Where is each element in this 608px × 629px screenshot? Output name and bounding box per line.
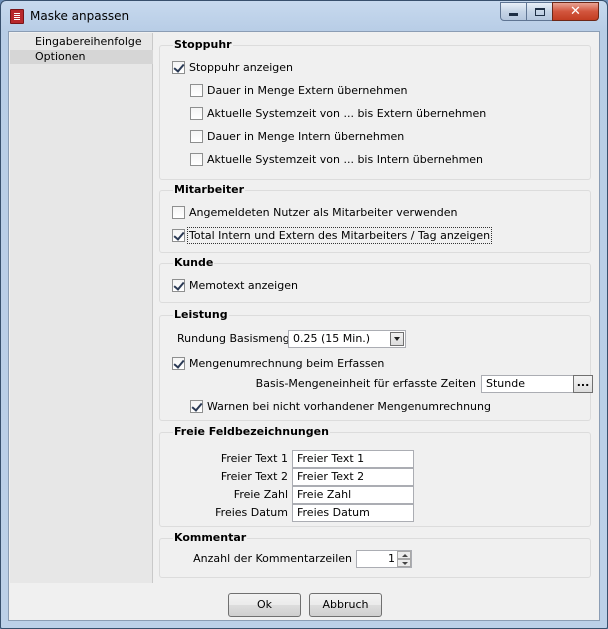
stoppuhr-anzeigen-option[interactable]: Stoppuhr anzeigen bbox=[172, 59, 293, 75]
angemeldeter-nutzer-option[interactable]: Angemeldeten Nutzer als Mitarbeiter verw… bbox=[172, 204, 457, 220]
anzahl-kommentarzeilen-spinner[interactable]: 1 bbox=[356, 550, 412, 568]
ok-button[interactable]: Ok bbox=[228, 593, 301, 617]
angemeldeter-nutzer-checkbox[interactable] bbox=[172, 205, 185, 219]
anzahl-kommentarzeilen-label: Anzahl der Kommentarzeilen bbox=[193, 552, 352, 565]
minimize-button[interactable] bbox=[500, 2, 527, 21]
group-title-freie-feldbezeichnungen: Freie Feldbezeichnungen bbox=[173, 425, 330, 438]
dauer-menge-intern-option[interactable]: Dauer in Menge Intern übernehmen bbox=[190, 128, 404, 144]
group-freie-feldbezeichnungen: Freie Feldbezeichnungen Freier Text 1 Fr… bbox=[159, 425, 591, 527]
options-navigation: Eingabereihenfolge Optionen bbox=[10, 33, 153, 583]
group-kunde: Kunde Memotext anzeigen bbox=[159, 256, 591, 303]
basis-mengeneinheit-input[interactable]: Stunde bbox=[481, 375, 574, 393]
memotext-option[interactable]: Memotext anzeigen bbox=[172, 277, 298, 293]
basis-mengeneinheit-label: Basis-Mengeneinheit für erfasste Zeiten bbox=[255, 377, 476, 390]
maximize-button[interactable] bbox=[526, 2, 553, 21]
freie-zahl-label: Freie Zahl bbox=[233, 488, 288, 501]
close-icon: ✕ bbox=[570, 4, 581, 19]
systemzeit-intern-checkbox[interactable] bbox=[190, 152, 203, 166]
systemzeit-intern-option[interactable]: Aktuelle Systemzeit von ... bis Intern ü… bbox=[190, 151, 483, 167]
systemzeit-extern-checkbox[interactable] bbox=[190, 106, 203, 120]
memotext-label: Memotext anzeigen bbox=[189, 278, 298, 292]
total-intern-extern-checkbox[interactable] bbox=[172, 228, 185, 242]
chevron-down-icon[interactable] bbox=[390, 332, 404, 346]
window-title: Maske anpassen bbox=[30, 9, 130, 23]
rundung-basismenge-dropdown[interactable]: 0.25 (15 Min.) bbox=[288, 330, 406, 348]
basis-mengeneinheit-browse-button[interactable]: ... bbox=[573, 375, 593, 393]
mengenumrechnung-checkbox[interactable] bbox=[172, 356, 185, 370]
angemeldeter-nutzer-label: Angemeldeten Nutzer als Mitarbeiter verw… bbox=[189, 205, 458, 219]
maximize-icon bbox=[534, 7, 545, 16]
options-panel: Stoppuhr Stoppuhr anzeigen Dauer in Meng… bbox=[159, 32, 599, 582]
minimize-icon bbox=[509, 13, 518, 16]
dauer-menge-extern-label: Dauer in Menge Extern übernehmen bbox=[207, 83, 408, 97]
dauer-menge-intern-checkbox[interactable] bbox=[190, 129, 203, 143]
dauer-menge-extern-checkbox[interactable] bbox=[190, 83, 203, 97]
spinner-down-icon[interactable] bbox=[397, 559, 411, 567]
mengenumrechnung-label: Mengenumrechnung beim Erfassen bbox=[189, 356, 385, 370]
freies-datum-input[interactable]: Freies Datum bbox=[292, 504, 414, 522]
rundung-basismenge-value: 0.25 (15 Min.) bbox=[293, 332, 371, 345]
stoppuhr-anzeigen-label: Stoppuhr anzeigen bbox=[189, 60, 293, 74]
memotext-checkbox[interactable] bbox=[172, 278, 185, 292]
group-mitarbeiter: Mitarbeiter Angemeldeten Nutzer als Mita… bbox=[159, 183, 591, 253]
group-title-mitarbeiter: Mitarbeiter bbox=[173, 183, 246, 196]
freies-datum-label: Freies Datum bbox=[215, 506, 288, 519]
group-title-leistung: Leistung bbox=[173, 308, 229, 321]
freier-text-2-label: Freier Text 2 bbox=[220, 470, 288, 483]
dauer-menge-extern-option[interactable]: Dauer in Menge Extern übernehmen bbox=[190, 82, 408, 98]
group-kommentar: Kommentar Anzahl der Kommentarzeilen 1 bbox=[159, 531, 591, 578]
group-title-kommentar: Kommentar bbox=[173, 531, 248, 544]
close-button[interactable]: ✕ bbox=[552, 2, 599, 21]
nav-item-eingabereihenfolge[interactable]: Eingabereihenfolge bbox=[10, 35, 153, 49]
mengenumrechnung-option[interactable]: Mengenumrechnung beim Erfassen bbox=[172, 355, 384, 371]
group-title-kunde: Kunde bbox=[173, 256, 215, 269]
group-leistung: Leistung Rundung Basismenge 0.25 (15 Min… bbox=[159, 308, 593, 421]
app-icon bbox=[10, 9, 24, 24]
stoppuhr-anzeigen-checkbox[interactable] bbox=[172, 60, 185, 74]
anzahl-kommentarzeilen-value: 1 bbox=[388, 552, 395, 565]
dialog-window: Maske anpassen ✕ Eingabereihenfolge Opti… bbox=[0, 0, 608, 629]
freier-text-1-label: Freier Text 1 bbox=[220, 452, 288, 465]
freie-zahl-input[interactable]: Freie Zahl bbox=[292, 486, 414, 504]
warnen-option[interactable]: Warnen bei nicht vorhandener Mengenumrec… bbox=[190, 398, 491, 414]
systemzeit-extern-label: Aktuelle Systemzeit von ... bis Extern ü… bbox=[207, 106, 487, 120]
nav-item-optionen[interactable]: Optionen bbox=[10, 50, 153, 64]
title-bar[interactable]: Maske anpassen ✕ bbox=[1, 1, 607, 31]
rundung-basismenge-label: Rundung Basismenge bbox=[177, 332, 297, 345]
group-title-stoppuhr: Stoppuhr bbox=[173, 38, 233, 51]
cancel-button[interactable]: Abbruch bbox=[309, 593, 382, 617]
systemzeit-extern-option[interactable]: Aktuelle Systemzeit von ... bis Extern ü… bbox=[190, 105, 486, 121]
systemzeit-intern-label: Aktuelle Systemzeit von ... bis Intern ü… bbox=[207, 152, 484, 166]
warnen-label: Warnen bei nicht vorhandener Mengenumrec… bbox=[207, 399, 491, 413]
warnen-checkbox[interactable] bbox=[190, 399, 203, 413]
freier-text-2-input[interactable]: Freier Text 2 bbox=[292, 468, 414, 486]
group-stoppuhr: Stoppuhr Stoppuhr anzeigen Dauer in Meng… bbox=[159, 38, 591, 180]
dauer-menge-intern-label: Dauer in Menge Intern übernehmen bbox=[207, 129, 405, 143]
spinner-up-icon[interactable] bbox=[397, 551, 411, 559]
total-intern-extern-label: Total Intern und Extern des Mitarbeiters… bbox=[186, 226, 493, 244]
freier-text-1-input[interactable]: Freier Text 1 bbox=[292, 450, 414, 468]
dialog-client: Eingabereihenfolge Optionen Stoppuhr Sto… bbox=[8, 31, 600, 621]
total-intern-extern-option[interactable]: Total Intern und Extern des Mitarbeiters… bbox=[172, 226, 493, 244]
